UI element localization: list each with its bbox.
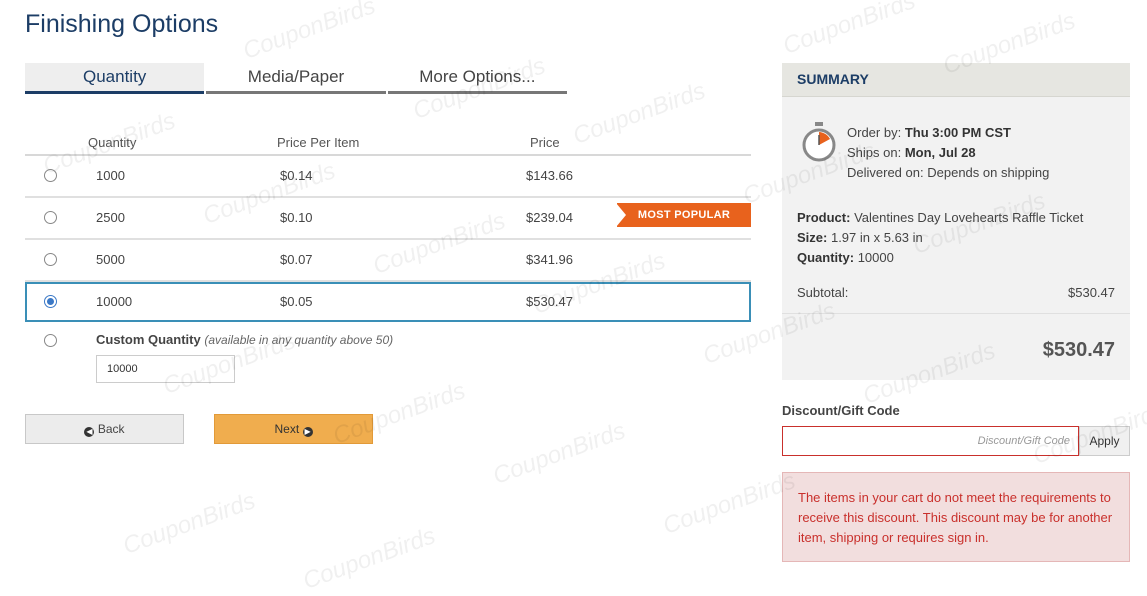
back-label: Back (97, 422, 125, 436)
watermark: CouponBirds (299, 522, 440, 595)
table-row-selected[interactable]: 10000 $0.05 $530.47 (25, 282, 751, 322)
watermark: CouponBirds (659, 467, 800, 540)
ships-on: Ships on: Mon, Jul 28 (847, 145, 976, 160)
table-row[interactable]: 5000 $0.07 $341.96 (25, 240, 751, 282)
order-by: Order by: Thu 3:00 PM CST (847, 125, 1011, 140)
quantity-radio-selected[interactable] (44, 295, 57, 308)
stopwatch-icon (802, 122, 836, 162)
row-per-item: $0.05 (280, 294, 313, 309)
custom-quantity-label: Custom Quantity (available in any quanti… (96, 332, 394, 347)
quantity-line: Quantity: 10000 (797, 250, 894, 265)
shipping-info: Order by: Thu 3:00 PM CST Ships on: Mon,… (847, 123, 1049, 183)
apply-button[interactable]: Apply (1079, 426, 1130, 456)
custom-quantity-radio[interactable] (44, 334, 57, 347)
watermark: CouponBirds (239, 0, 380, 65)
row-price: $239.04 (526, 210, 573, 225)
row-quantity: 1000 (96, 168, 125, 183)
product-line: Product: Valentines Day Lovehearts Raffl… (797, 210, 1084, 225)
tab-quantity[interactable]: Quantity (25, 63, 205, 94)
row-price: $341.96 (526, 252, 573, 267)
quantity-radio[interactable] (44, 253, 57, 266)
header-price-per-item: Price Per Item (277, 135, 360, 150)
subtotal-label: Subtotal: (797, 285, 849, 300)
discount-code-input[interactable] (782, 426, 1079, 456)
product-info: Product: Valentines Day Lovehearts Raffl… (797, 208, 1117, 268)
size-line: Size: 1.97 in x 5.63 in (797, 230, 923, 245)
back-button[interactable]: ◀ Back (25, 414, 184, 444)
row-per-item: $0.07 (280, 252, 313, 267)
quantity-radio[interactable] (44, 211, 57, 224)
row-quantity: 5000 (96, 252, 125, 267)
discount-error-alert: The items in your cart do not meet the r… (782, 472, 1130, 562)
page-title: Finishing Options (25, 10, 219, 38)
arrow-right-icon: ▶ (302, 427, 313, 437)
row-per-item: $0.10 (280, 210, 313, 225)
table-header: Quantity Price Per Item Price (25, 132, 751, 156)
header-price: Price (530, 135, 560, 150)
summary-divider (782, 313, 1130, 314)
tab-more-options[interactable]: More Options... (387, 63, 567, 94)
tab-bar: Quantity Media/Paper More Options... (25, 63, 569, 94)
arrow-left-icon: ◀ (84, 427, 95, 437)
discount-label: Discount/Gift Code (782, 403, 900, 418)
row-price: $143.66 (526, 168, 573, 183)
table-row[interactable]: 1000 $0.14 $143.66 (25, 156, 751, 198)
summary-panel: SUMMARY Order by: Thu 3:00 PM CST Ships … (782, 63, 1130, 380)
row-price: $530.47 (526, 294, 573, 309)
watermark: CouponBirds (489, 417, 630, 490)
quantity-radio[interactable] (44, 169, 57, 182)
row-quantity: 2500 (96, 210, 125, 225)
table-row[interactable]: 2500 $0.10 $239.04 MOST POPULAR (25, 198, 751, 240)
custom-quantity: Custom Quantity (available in any quanti… (25, 330, 751, 390)
tab-media-paper[interactable]: Media/Paper (206, 63, 386, 94)
next-label: Next (274, 422, 300, 436)
watermark: CouponBirds (779, 0, 920, 60)
row-per-item: $0.14 (280, 168, 313, 183)
delivered-on: Delivered on: Depends on shipping (847, 165, 1050, 180)
summary-heading: SUMMARY (782, 63, 1130, 97)
quantity-table: Quantity Price Per Item Price 1000 $0.14… (25, 132, 751, 322)
next-button[interactable]: Next ▶ (214, 414, 373, 444)
total-price: $530.47 (1042, 339, 1115, 361)
row-quantity: 10000 (96, 294, 133, 309)
watermark: CouponBirds (119, 487, 260, 560)
header-quantity: Quantity (88, 135, 137, 150)
subtotal-value: $530.47 (1068, 285, 1115, 300)
custom-quantity-input[interactable] (96, 355, 235, 383)
most-popular-badge: MOST POPULAR (616, 203, 751, 227)
